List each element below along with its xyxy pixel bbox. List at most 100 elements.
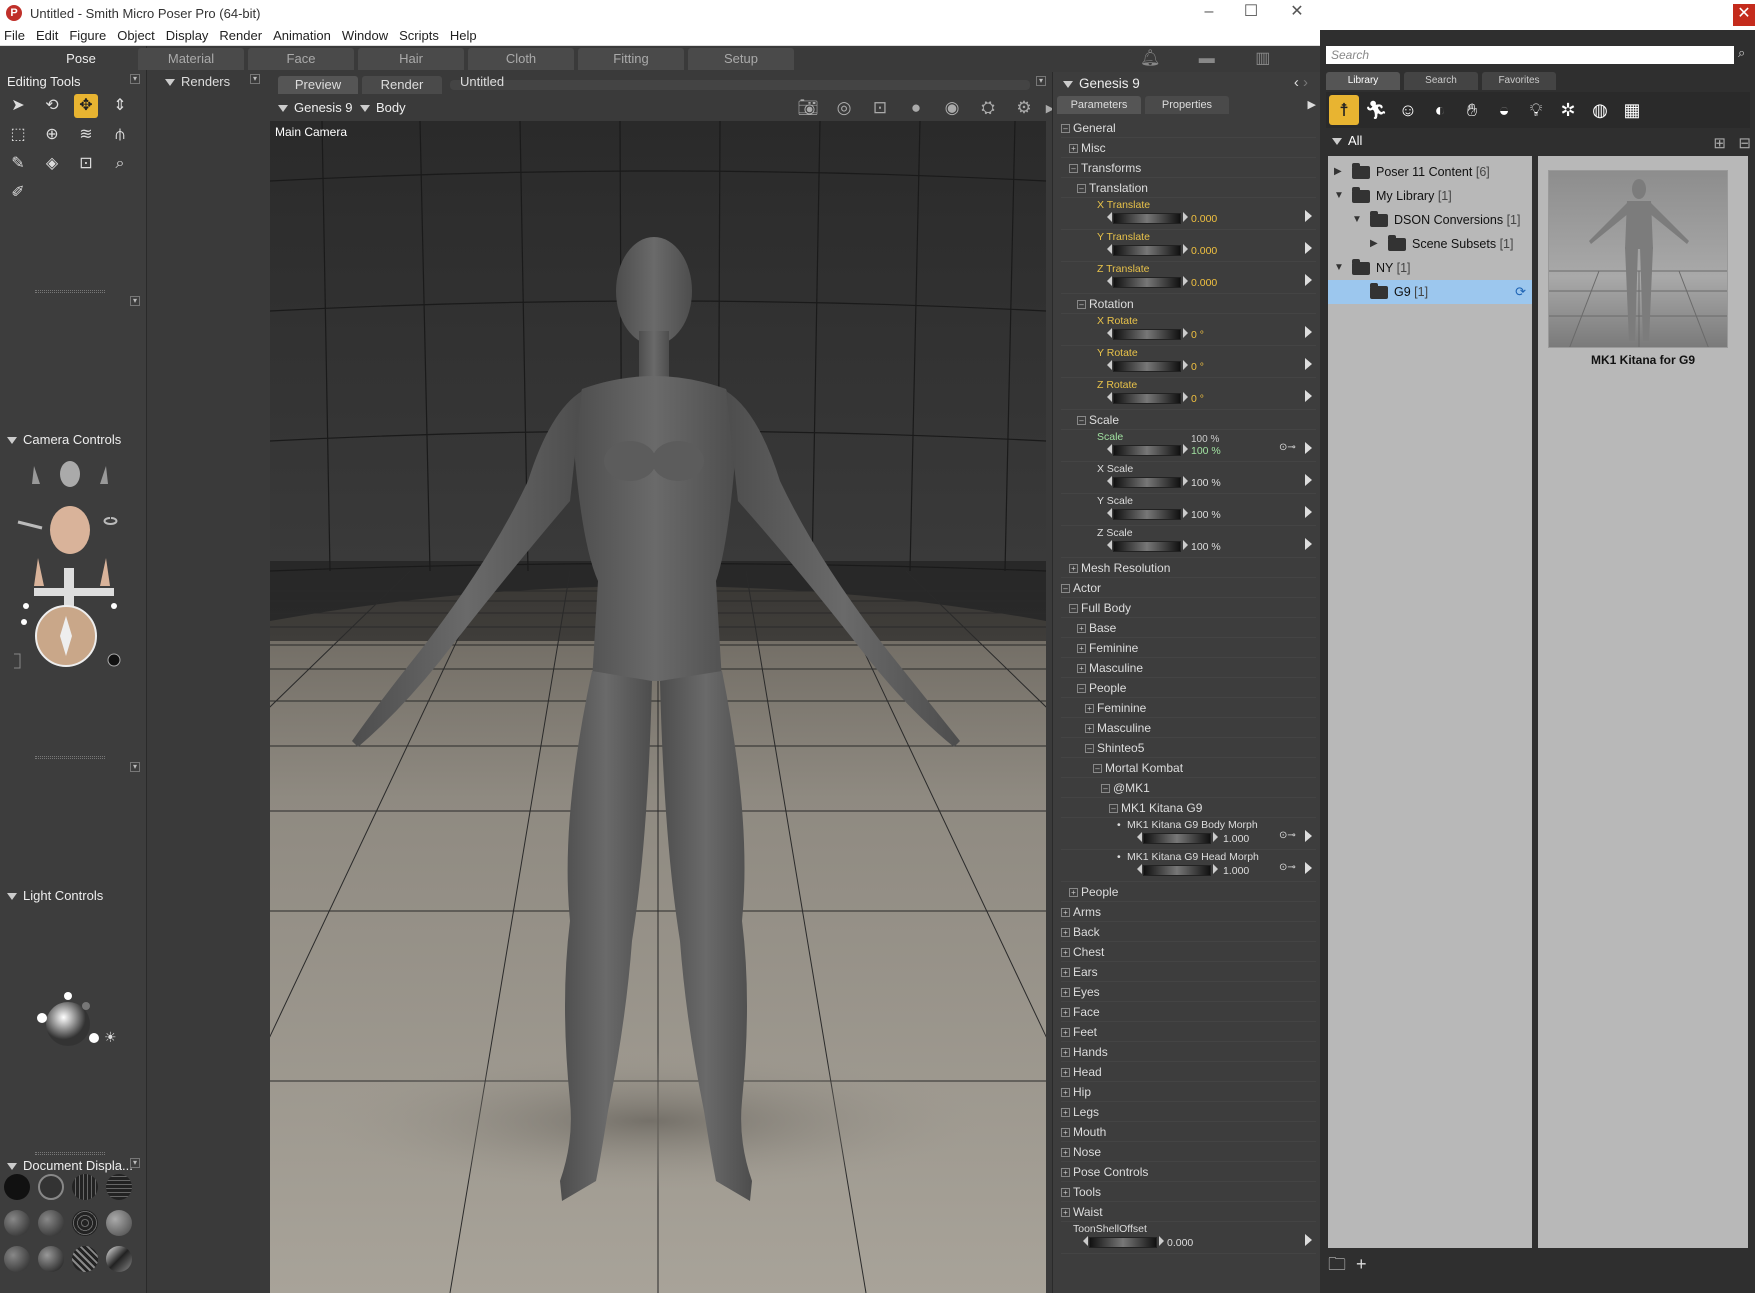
main-viewport[interactable]: Main Camera xyxy=(270,121,1046,1293)
group-people-top[interactable]: + People xyxy=(1061,882,1316,902)
taper-icon[interactable]: ≋ xyxy=(74,123,98,147)
key-icon[interactable]: ⊙⊸ xyxy=(1279,442,1296,453)
select-arrow-icon[interactable]: ➤ xyxy=(6,94,30,118)
dial-menu-icon[interactable] xyxy=(1305,274,1312,286)
dial-value[interactable]: 100 % xyxy=(1191,477,1221,489)
dial-decrement-icon[interactable] xyxy=(1107,540,1112,550)
dial-value[interactable]: 0.000 xyxy=(1191,277,1217,289)
smooth-lined-style-icon[interactable] xyxy=(72,1246,98,1272)
dial-x-rotate[interactable]: X Rotate 0 ° xyxy=(1061,314,1316,346)
rotate-icon[interactable]: ⟲ xyxy=(40,94,64,118)
group-waist[interactable]: + Waist xyxy=(1061,1202,1316,1222)
group-transforms[interactable]: – Transforms xyxy=(1061,158,1316,178)
tab-preview[interactable]: Preview xyxy=(278,76,358,94)
collapse-panel-button[interactable]: ▾ xyxy=(130,296,140,306)
dial-increment-icon[interactable] xyxy=(1183,444,1188,454)
group-back[interactable]: + Back xyxy=(1061,922,1316,942)
group-ears[interactable]: + Ears xyxy=(1061,962,1316,982)
sphere-icon[interactable]: ◉ xyxy=(934,98,970,118)
color-icon[interactable]: ◈ xyxy=(40,152,64,176)
cameras-category-icon[interactable]: ✲ xyxy=(1553,95,1583,125)
group-mortal-kombat[interactable]: – Mortal Kombat xyxy=(1061,758,1316,778)
light-controls-widget[interactable]: ☀ xyxy=(30,976,130,1056)
panel-grip[interactable] xyxy=(35,756,105,759)
library-close-button[interactable]: ✕ xyxy=(1733,4,1755,26)
collapse-arrow-icon[interactable]: ▼ xyxy=(1334,256,1346,280)
tab-pose[interactable]: Pose xyxy=(28,48,134,70)
maximize-button[interactable]: ☐ xyxy=(1228,0,1274,26)
dial-value[interactable]: 0.000 xyxy=(1167,1237,1193,1249)
key-icon[interactable]: ⊙⊸ xyxy=(1279,862,1296,873)
tree-item-poser-11-content[interactable]: ▶ Poser 11 Content [6] xyxy=(1328,160,1532,184)
wireframe-style-icon[interactable] xyxy=(72,1174,98,1200)
dial-slider[interactable] xyxy=(1113,245,1181,256)
light-controls-title[interactable]: Light Controls xyxy=(7,888,103,903)
silhouette-style-icon[interactable] xyxy=(4,1174,30,1200)
menu-file[interactable]: File xyxy=(0,28,32,43)
dial-slider[interactable] xyxy=(1143,833,1211,844)
dial-y-rotate[interactable]: Y Rotate 0 ° xyxy=(1061,346,1316,378)
dial-menu-icon[interactable] xyxy=(1305,442,1312,454)
library-icon[interactable]: ▥ xyxy=(1255,50,1270,67)
dial-menu-icon[interactable] xyxy=(1305,326,1312,338)
group-masculine[interactable]: + Masculine xyxy=(1061,658,1316,678)
collapse-renders-button[interactable]: ▾ xyxy=(250,74,260,84)
dial-increment-icon[interactable] xyxy=(1183,392,1188,402)
dial-decrement-icon[interactable] xyxy=(1107,392,1112,402)
group-people-feminine[interactable]: + Feminine xyxy=(1061,698,1316,718)
group-icon[interactable]: ⛭ xyxy=(970,98,1006,118)
dial-slider[interactable] xyxy=(1113,393,1181,404)
next-arrow-icon[interactable]: › xyxy=(1303,74,1308,91)
tree-item-my-library[interactable]: ▼ My Library [1] xyxy=(1328,184,1532,208)
figures-category-icon[interactable]: ☨ xyxy=(1329,95,1359,125)
group-mk1[interactable]: – @MK1 xyxy=(1061,778,1316,798)
bell-icon[interactable]: 🔔︎ xyxy=(1140,50,1160,67)
dial-slider[interactable] xyxy=(1113,477,1181,488)
menu-help[interactable]: Help xyxy=(446,28,484,43)
dial-decrement-icon[interactable] xyxy=(1107,360,1112,370)
prev-arrow-icon[interactable]: ‹ xyxy=(1294,74,1299,91)
snapshot-icon[interactable]: ⊡ xyxy=(862,98,898,118)
tab-favorites[interactable]: Favorites xyxy=(1482,72,1556,90)
dial-value[interactable]: 0 ° xyxy=(1191,393,1204,405)
dial-slider[interactable] xyxy=(1113,213,1181,224)
dial-menu-icon[interactable] xyxy=(1305,390,1312,402)
dial-increment-icon[interactable] xyxy=(1183,360,1188,370)
viewport-menu-button[interactable]: ▾ xyxy=(1036,76,1046,86)
dial-x-scale[interactable]: X Scale 100 % xyxy=(1061,462,1316,494)
flat-shaded-style-icon[interactable] xyxy=(38,1210,64,1236)
tab-properties[interactable]: Properties xyxy=(1145,96,1229,114)
tab-material[interactable]: Material xyxy=(138,48,244,70)
hands-category-icon[interactable]: ✋︎ xyxy=(1457,95,1487,125)
grouping-icon[interactable]: ⊡ xyxy=(74,152,98,176)
expand-arrow-icon[interactable]: ▶ xyxy=(1370,232,1382,256)
minimize-button[interactable]: – xyxy=(1186,0,1232,26)
tab-fitting[interactable]: Fitting xyxy=(578,48,684,70)
dial-increment-icon[interactable] xyxy=(1183,276,1188,286)
props-category-icon[interactable]: ◒ xyxy=(1489,95,1519,125)
translate-icon[interactable]: ✥ xyxy=(74,94,98,118)
tree-item-g9[interactable]: G9 [1] ⟳ xyxy=(1328,280,1532,304)
dial-slider[interactable] xyxy=(1113,277,1181,288)
tab-setup[interactable]: Setup xyxy=(688,48,794,70)
menu-object[interactable]: Object xyxy=(113,28,162,43)
dial-decrement-icon[interactable] xyxy=(1083,1236,1088,1246)
dial-menu-icon[interactable] xyxy=(1305,1234,1312,1246)
group-legs[interactable]: + Legs xyxy=(1061,1102,1316,1122)
group-chest[interactable]: + Chest xyxy=(1061,942,1316,962)
renders-title[interactable]: Renders xyxy=(165,74,230,89)
dial-decrement-icon[interactable] xyxy=(1107,276,1112,286)
tree-item-dson-conversions[interactable]: ▼ DSON Conversions [1] xyxy=(1328,208,1532,232)
dial-value[interactable]: 1.000 xyxy=(1223,865,1249,877)
chain-break-icon[interactable]: ⫛ xyxy=(108,123,132,147)
dial-increment-icon[interactable] xyxy=(1183,244,1188,254)
panel-grip[interactable] xyxy=(35,1152,105,1155)
dial-decrement-icon[interactable] xyxy=(1107,444,1112,454)
dial-slider[interactable] xyxy=(1143,865,1211,876)
texture-shaded-style-icon[interactable] xyxy=(106,1246,132,1272)
menu-render[interactable]: Render xyxy=(215,28,269,43)
dial-slider[interactable] xyxy=(1113,445,1181,456)
dial-menu-icon[interactable] xyxy=(1305,242,1312,254)
dial-menu-icon[interactable] xyxy=(1305,862,1312,874)
menu-scripts[interactable]: Scripts xyxy=(395,28,446,43)
